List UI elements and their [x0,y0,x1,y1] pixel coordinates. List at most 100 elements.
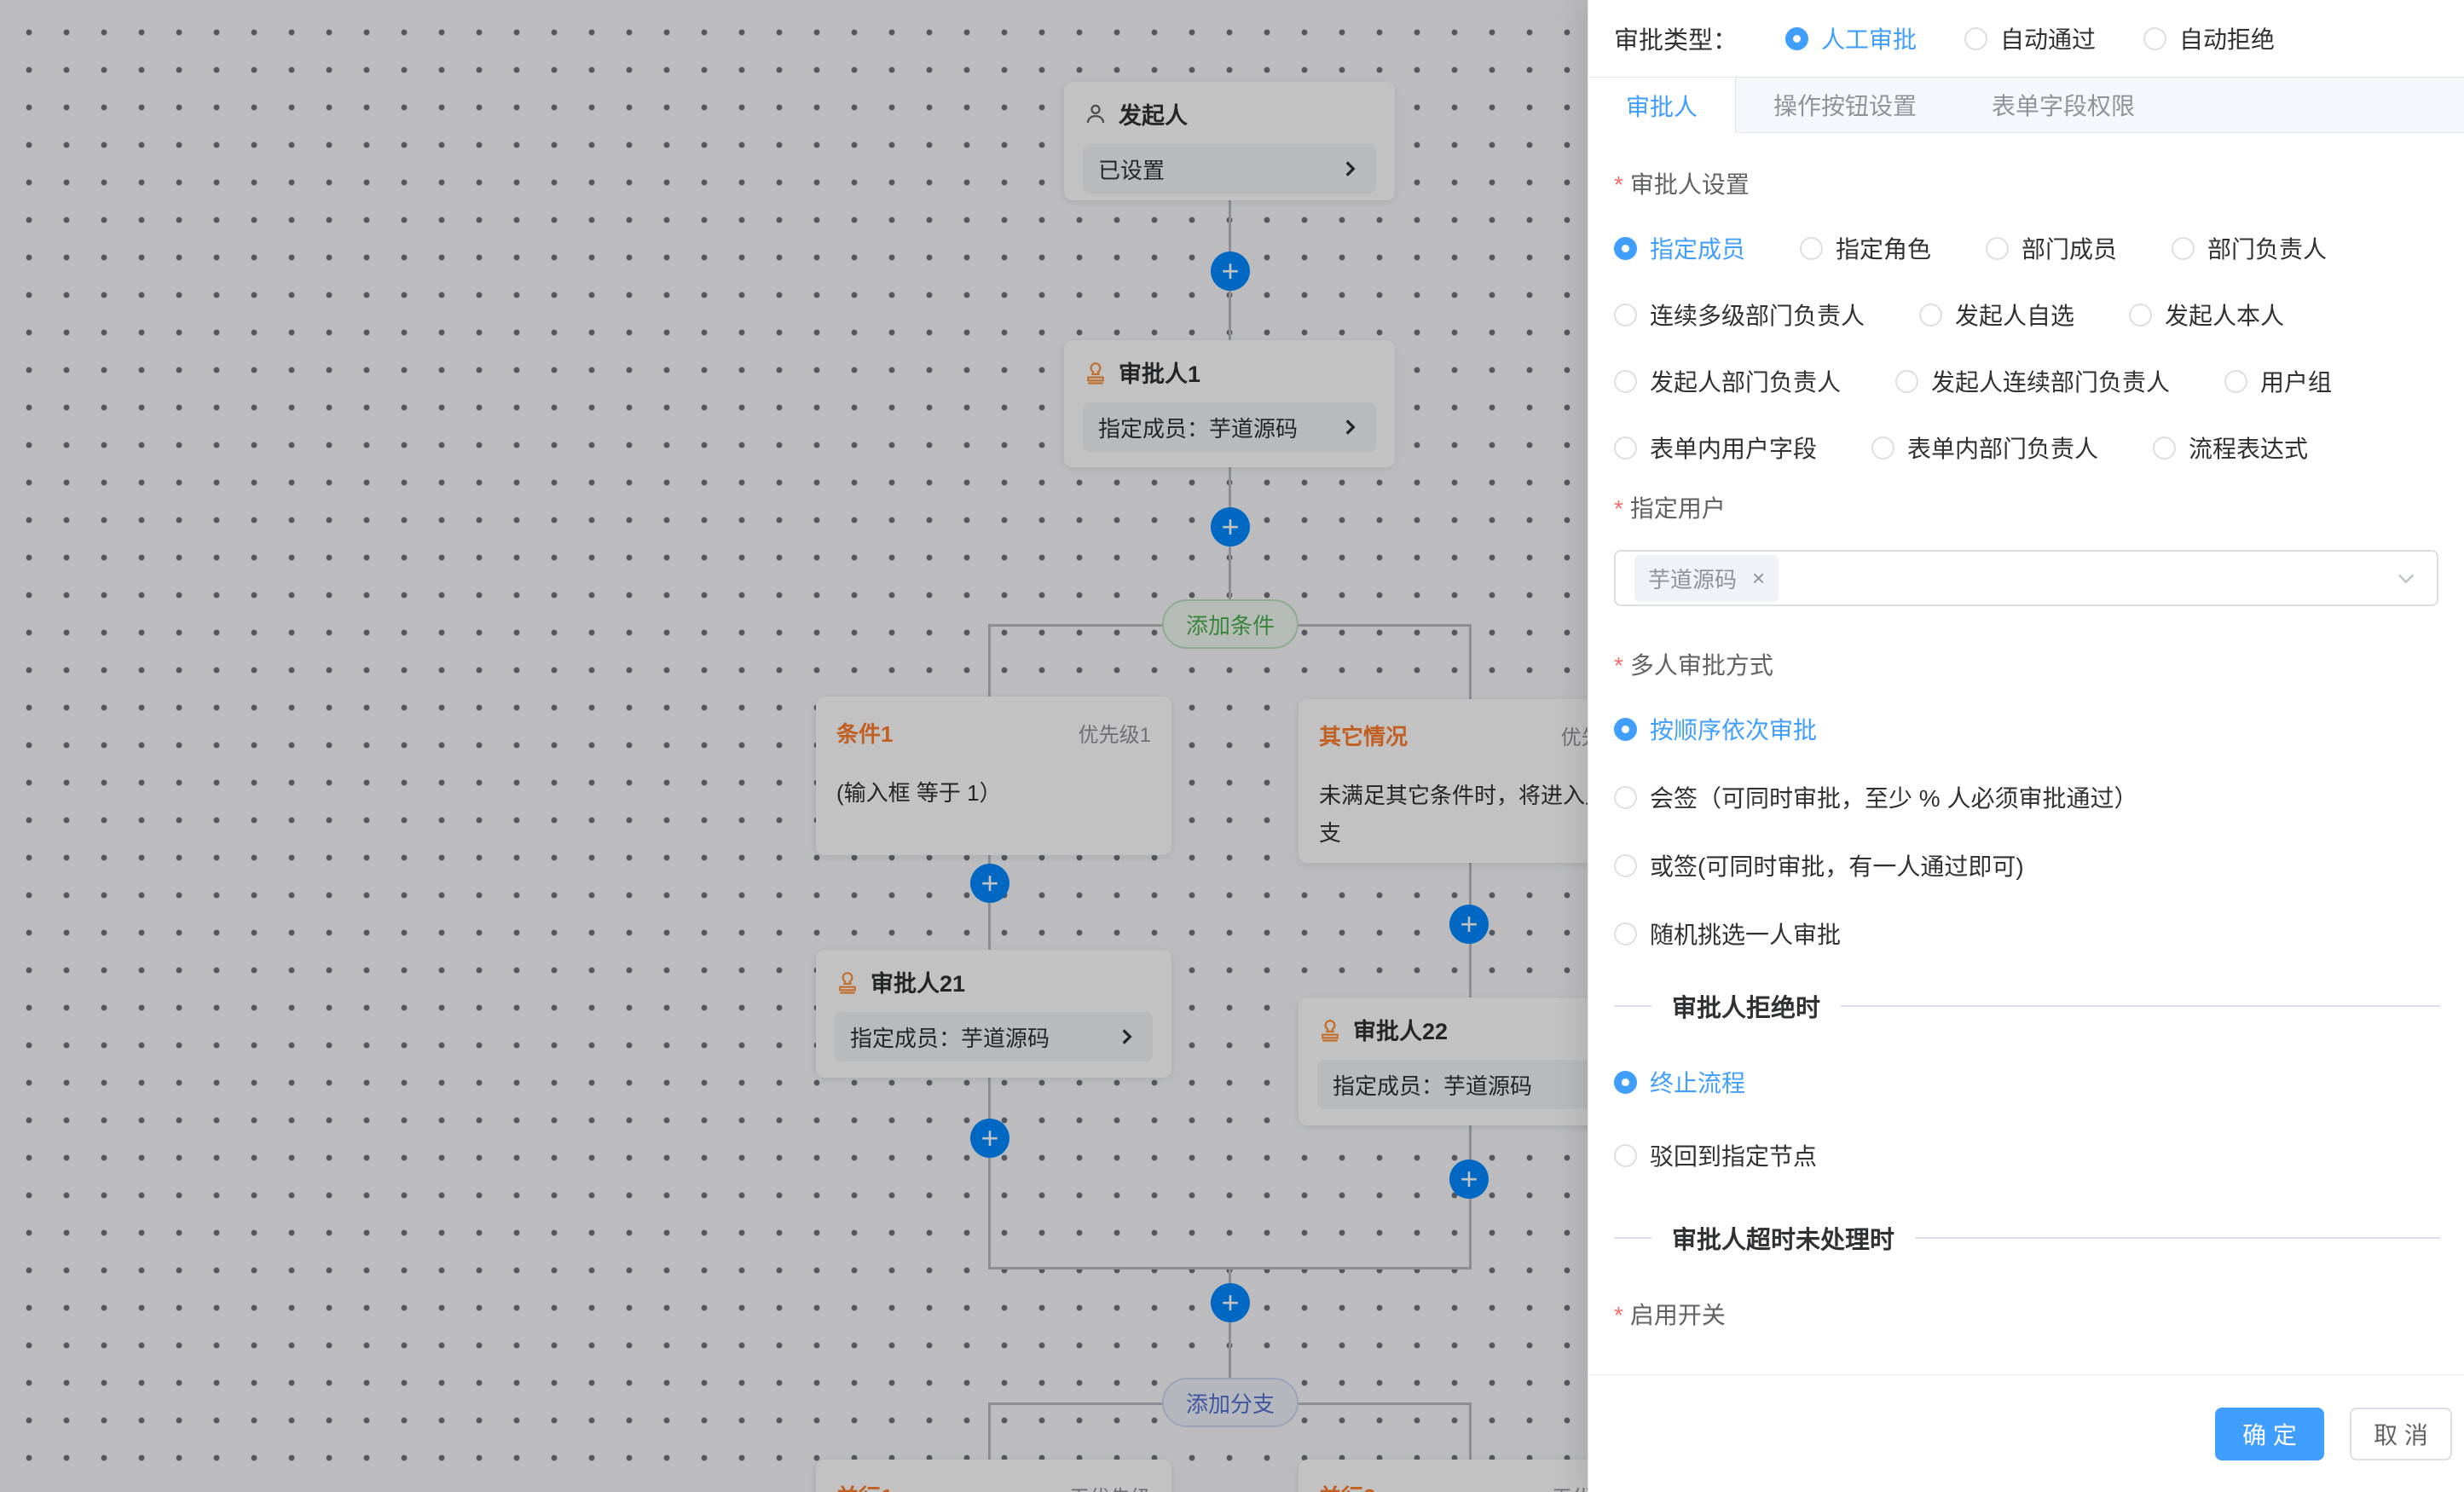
radio-label: 终止流程 [1650,1065,1745,1099]
radio-dot [1614,718,1637,741]
confirm-button[interactable]: 确 定 [2215,1408,2324,1460]
radio-dot [2153,437,2176,460]
radio-label: 按顺序依次审批 [1650,712,1817,746]
reject-options: 终止流程 驳回到指定节点 [1614,1065,2440,1172]
radio-label: 表单内用户字段 [1650,431,1817,465]
radio-dot [1986,237,2009,260]
radio-sequential-approve[interactable]: 按顺序依次审批 [1614,712,2440,746]
radio-initiator-select[interactable]: 发起人自选 [1919,298,2074,332]
approver-setting-label: 审批人设置 [1614,166,2440,200]
radio-label: 发起人连续部门负责人 [1931,364,2170,398]
radio-dot [1871,437,1894,460]
tab-button-settings[interactable]: 操作按钮设置 [1736,78,1954,132]
radio-dot [1614,854,1637,877]
multi-mode-options: 按顺序依次审批 会签（可同时审批，至少 % 人必须审批通过） 或签(可同时审批，… [1614,712,2440,951]
radio-terminate-flow[interactable]: 终止流程 [1614,1065,2440,1099]
radio-dot [1614,786,1637,809]
radio-label: 会签（可同时审批，至少 % 人必须审批通过） [1650,780,2137,814]
radio-label: 连续多级部门负责人 [1650,298,1865,332]
radio-auto-pass[interactable]: 自动通过 [1964,21,2096,55]
radio-user-group[interactable]: 用户组 [2224,364,2332,398]
radio-dot [2143,27,2166,50]
radio-initiator-self[interactable]: 发起人本人 [2129,298,2284,332]
timeout-section-title: 审批人超时未处理时 [1651,1220,1915,1256]
approver-setting-row: 指定成员 指定角色 部门成员 部门负责人 [1614,231,2440,265]
assign-user-label: 指定用户 [1614,490,2440,524]
radio-form-user-field[interactable]: 表单内用户字段 [1614,431,1817,465]
radio-label: 随机挑选一人审批 [1650,917,1841,951]
radio-dot [1614,237,1637,260]
radio-initiator-multi-dept-leader[interactable]: 发起人连续部门负责人 [1895,364,2170,398]
workflow-designer: 发起人 已设置 + 审批人1 指定成 [0,0,2464,1492]
approve-type-label: 审批类型： [1614,20,1738,56]
radio-label: 指定角色 [1836,231,1931,265]
tag-remove-icon[interactable]: × [1745,565,1772,592]
radio-label: 部门负责人 [2207,231,2327,265]
radio-designated-role[interactable]: 指定角色 [1800,231,1931,265]
radio-dot [1614,437,1637,460]
tab-label: 表单字段权限 [1992,88,2135,122]
radio-label: 驳回到指定节点 [1650,1138,1817,1172]
radio-initiator-dept-leader[interactable]: 发起人部门负责人 [1614,364,1841,398]
radio-label: 人工审批 [1821,21,1917,55]
enable-switch-label: 启用开关 [1614,1297,2440,1327]
radio-form-dept-leader[interactable]: 表单内部门负责人 [1871,431,2098,465]
radio-dept-leader[interactable]: 部门负责人 [2172,231,2327,265]
settings-scroll-area[interactable]: 审批人设置 指定成员 指定角色 部门成员 部门负责人 连续多级部门负责人 发起人… [1588,134,2464,1327]
radio-label: 流程表达式 [2189,431,2308,465]
radio-flow-expression[interactable]: 流程表达式 [2153,431,2308,465]
user-tag-label: 芋道源码 [1648,563,1737,594]
radio-label: 用户组 [2260,364,2332,398]
radio-label: 指定成员 [1650,231,1745,265]
radio-dot [1895,370,1918,393]
timeout-section-divider: 审批人超时未处理时 [1614,1220,2440,1256]
approve-type-row: 审批类型： 人工审批 自动通过 自动拒绝 [1588,0,2464,77]
reject-section-title: 审批人拒绝时 [1651,988,1841,1024]
radio-dot [1614,304,1637,327]
assign-user-select[interactable]: 芋道源码 × [1614,550,2438,606]
radio-multi-level-dept-leader[interactable]: 连续多级部门负责人 [1614,298,1865,332]
radio-dot [1964,27,1987,50]
tab-form-field-permission[interactable]: 表单字段权限 [1954,78,2172,132]
drawer-footer: 确 定 取 消 [1588,1374,2464,1492]
approver-settings-drawer: 审批类型： 人工审批 自动通过 自动拒绝 审批人 操作按钮设置 表单字段权限 审… [1588,0,2464,1492]
radio-dot [2172,237,2195,260]
cancel-button[interactable]: 取 消 [2350,1408,2452,1460]
radio-label: 发起人自选 [1955,298,2074,332]
radio-designated-member[interactable]: 指定成员 [1614,231,1745,265]
radio-dept-member[interactable]: 部门成员 [1986,231,2117,265]
radio-label: 自动拒绝 [2179,21,2275,55]
radio-dot [2224,370,2247,393]
radio-dot [1614,370,1637,393]
radio-or-sign[interactable]: 或签(可同时审批，有一人通过即可) [1614,848,2440,882]
chevron-down-icon [2394,566,2418,590]
radio-label: 自动通过 [2000,21,2096,55]
radio-dot [1785,27,1808,50]
tab-label: 审批人 [1626,89,1698,123]
approver-setting-row: 发起人部门负责人 发起人连续部门负责人 用户组 [1614,364,2440,398]
radio-random-one[interactable]: 随机挑选一人审批 [1614,917,2440,951]
radio-dot [1919,304,1942,327]
radio-auto-reject[interactable]: 自动拒绝 [2143,21,2275,55]
radio-label: 发起人部门负责人 [1650,364,1841,398]
radio-dot [1614,922,1637,946]
radio-return-to-node[interactable]: 驳回到指定节点 [1614,1138,2440,1172]
radio-label: 发起人本人 [2165,298,2284,332]
radio-countersign[interactable]: 会签（可同时审批，至少 % 人必须审批通过） [1614,780,2440,814]
radio-manual-approve[interactable]: 人工审批 [1785,21,1917,55]
tab-approver[interactable]: 审批人 [1588,78,1736,133]
radio-label: 部门成员 [2022,231,2117,265]
multi-mode-label: 多人审批方式 [1614,647,2440,681]
radio-dot [1800,237,1823,260]
radio-label: 或签(可同时审批，有一人通过即可) [1650,848,2024,882]
user-tag: 芋道源码 × [1634,555,1779,602]
radio-label: 表单内部门负责人 [1907,431,2098,465]
radio-dot [1614,1071,1637,1094]
tab-label: 操作按钮设置 [1773,88,1917,122]
reject-section-divider: 审批人拒绝时 [1614,988,2440,1024]
settings-tabbar: 审批人 操作按钮设置 表单字段权限 [1588,77,2464,133]
approver-setting-row: 连续多级部门负责人 发起人自选 发起人本人 [1614,298,2440,332]
radio-dot [2129,304,2152,327]
radio-dot [1614,1144,1637,1167]
approver-setting-row: 表单内用户字段 表单内部门负责人 流程表达式 [1614,431,2440,465]
